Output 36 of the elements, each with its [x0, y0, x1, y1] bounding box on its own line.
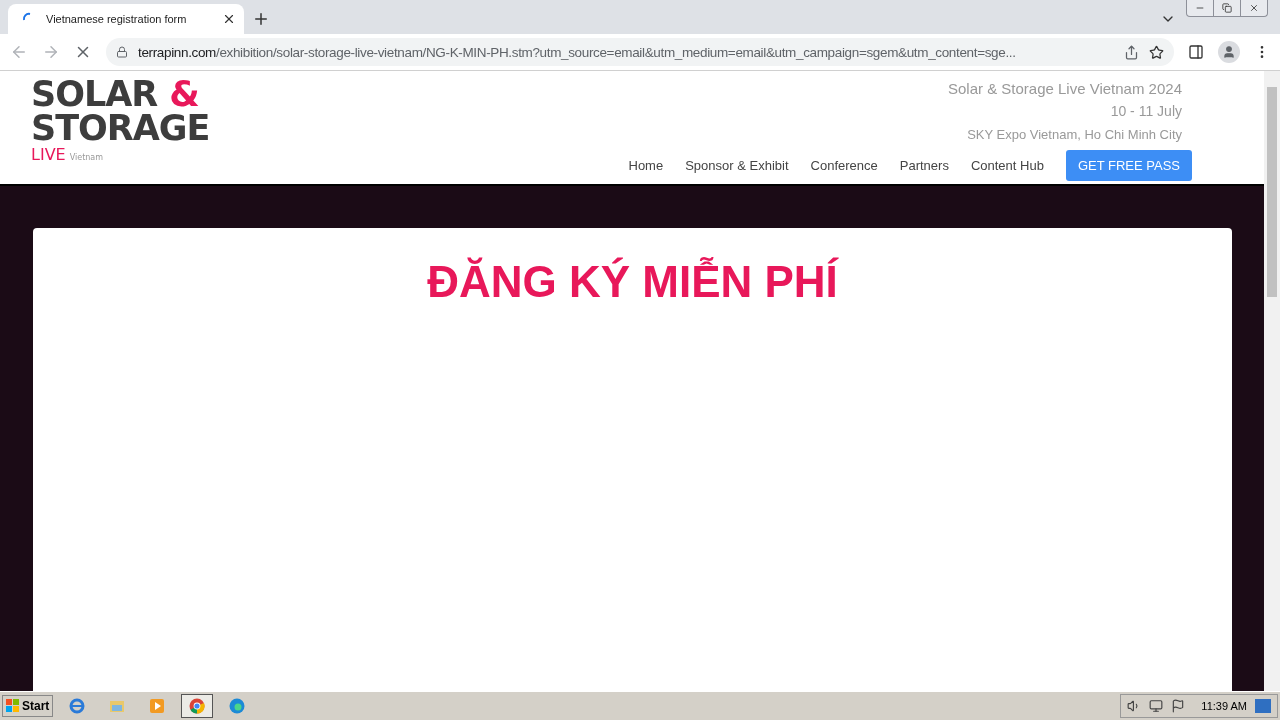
tab-title: Vietnamese registration form [46, 13, 188, 25]
browser-icon[interactable] [69, 698, 86, 714]
bookmark-star-icon[interactable] [1149, 44, 1164, 60]
nav-link[interactable]: Content Hub [970, 158, 1044, 173]
nav-link[interactable]: Conference [810, 158, 878, 173]
form-title: ĐĂNG KÝ MIỄN PHÍ [427, 256, 838, 308]
profile-avatar[interactable] [1218, 41, 1240, 63]
address-bar[interactable]: terrapinn.com/exhibition/solar-storage-live-vietnam/NG-K-MIN-PH.stm?utm_source=email&utm_medium=email&utm_campaign=sgem&utm_content=sge... [106, 38, 1174, 66]
event-venue: SKY Expo Vietnam, Ho Chi Minh City [967, 126, 1182, 144]
logo-text: SOLAR [31, 77, 158, 111]
logo-live-text: LIVE [31, 145, 66, 165]
event-logo[interactable]: SOLAR & STORAGE LIVE Vietnam [31, 77, 210, 184]
browser-tab[interactable]: Vietnamese registration form [8, 4, 244, 34]
chrome-icon[interactable] [189, 698, 206, 714]
event-dates: 10 - 11 July [1110, 102, 1182, 121]
scrollbar[interactable] [1264, 71, 1280, 691]
lock-icon [116, 46, 128, 58]
taskbar-app[interactable] [181, 694, 214, 718]
new-tab-icon[interactable] [252, 10, 270, 28]
restore-icon[interactable] [1222, 3, 1232, 13]
start-button[interactable]: Start [2, 695, 54, 717]
nav-link[interactable]: Sponsor & Exhibit [685, 158, 789, 173]
logo-text: STORAGE [31, 111, 210, 145]
nav-link[interactable]: Home [628, 158, 664, 173]
nav-link[interactable]: Partners [899, 158, 949, 173]
side-panel-icon[interactable] [1188, 44, 1204, 60]
close-icon[interactable] [222, 12, 236, 26]
share-icon[interactable] [1124, 44, 1139, 60]
edge-icon[interactable] [229, 698, 246, 714]
logo-ampersand: & [169, 77, 199, 111]
logo-region-text: Vietnam [69, 152, 104, 164]
event-name: Solar & Storage Live Vietnam 2024 [947, 79, 1182, 99]
clock[interactable]: 11:39 AM [1201, 700, 1247, 712]
windows-logo-icon [6, 699, 20, 713]
close-window-icon[interactable] [1249, 3, 1259, 13]
flag-icon[interactable] [1171, 699, 1186, 713]
